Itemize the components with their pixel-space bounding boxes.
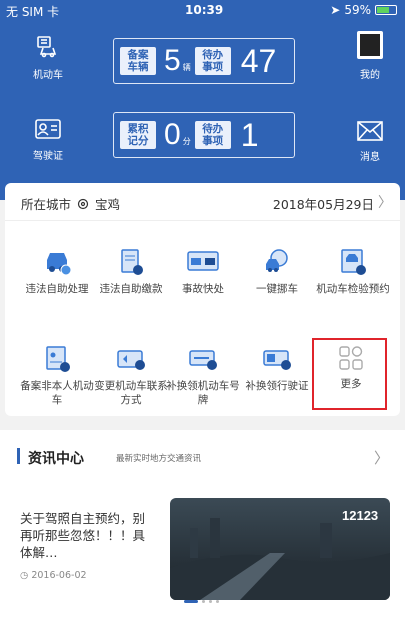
license-pending-count: 1 [240,116,259,153]
vehicle-shortcut[interactable]: 机动车 [18,34,78,81]
service-replace-plate[interactable]: 补换领机动车号牌 [166,345,240,407]
clock-icon: ◷ [20,570,29,581]
location-icon: ➤ [330,3,341,17]
license-pending-tag: 待办事项 [194,121,231,149]
service-inspection[interactable]: 机动车检验预约 [316,248,390,296]
article-title[interactable]: 关于驾照自主预约，别再听那些忽悠！！！具体解… [20,510,150,561]
news-section: 资讯中心 最新实时地方交通资讯 〉 关于驾照自主预约，别再听那些忽悠！！！具体解… [0,430,405,618]
news-title: 资讯中心 [28,451,84,467]
vehicle-counter[interactable]: 备案车辆 5 辆 待办事项 47 [113,38,295,84]
vehicle-label: 机动车 [33,70,63,81]
license-label: 驾驶证 [33,151,63,162]
vehicle-icon [37,36,57,58]
service-register-vehicle[interactable]: 备案非本人机动车 [20,345,94,407]
inspection-icon [341,249,366,275]
plate-icon [189,350,217,370]
article-thumbnail[interactable]: 12123 [170,498,390,600]
article-date: ◷ 2016-06-02 [20,570,87,581]
battery-icon [375,5,397,15]
document-icon [46,346,70,372]
status-bar: 无 SIM 卡 10:39 ➤ 59% [0,0,405,22]
license-card-icon [263,350,291,370]
service-change-contact[interactable]: 变更机动车联系方式 [94,345,168,407]
message-shortcut[interactable]: 消息 [340,120,400,163]
news-more-chevron-icon[interactable]: 〉 [374,447,389,468]
carousel-dots [184,600,219,603]
service-violation-pay[interactable]: 违法自助缴款 [94,248,168,296]
move-car-icon [266,249,288,272]
vehicle-count-tag: 备案车辆 [120,47,156,75]
battery-text: 59% [344,3,371,17]
license-icon [35,119,61,139]
time-text: 10:39 [185,3,224,17]
service-violation-handle[interactable]: 违法自助处理 [20,248,94,296]
message-label: 消息 [360,152,380,163]
contact-icon [117,350,145,370]
city-row[interactable]: 所在城市 宝鸡 2018年05月29日 〉 [5,183,400,221]
service-accident[interactable]: 事故快处 [166,248,240,296]
vehicle-pending-count: 47 [240,42,277,79]
mine-label: 我的 [360,70,380,81]
license-counter[interactable]: 累积记分 0 分 待办事项 1 [113,112,295,158]
vehicle-count: 5 [164,44,181,77]
news-title-bar [17,448,20,464]
avatar [357,31,383,59]
vehicle-count-unit: 辆 [182,62,191,72]
city-night-image: 12123 [170,498,390,600]
mine-shortcut[interactable]: 我的 [340,30,400,81]
ticket-icon [121,249,143,275]
points-tag: 累积记分 [120,121,156,149]
points-unit: 分 [182,136,191,146]
points-count: 0 [164,118,181,151]
accident-icon [187,251,219,271]
carrier-text: 无 SIM 卡 [6,5,60,19]
news-subtitle: 最新实时地方交通资讯 [116,454,202,464]
service-move-car[interactable]: 一键挪车 [240,248,314,296]
envelope-icon [357,121,383,141]
car-icon [47,253,72,276]
vehicle-pending-tag: 待办事项 [194,47,231,75]
current-date: 2018年05月29日 [272,197,374,212]
city-label: 所在城市 [21,197,72,212]
thumbnail-logo-text: 12123 [342,508,378,523]
service-replace-license[interactable]: 补换领行驶证 [240,345,314,393]
highlight-box [312,338,387,410]
city-name: 宝鸡 [95,197,121,212]
chevron-right-icon: 〉 [378,195,392,211]
license-shortcut[interactable]: 驾驶证 [18,117,78,162]
location-pin-icon [77,198,89,209]
